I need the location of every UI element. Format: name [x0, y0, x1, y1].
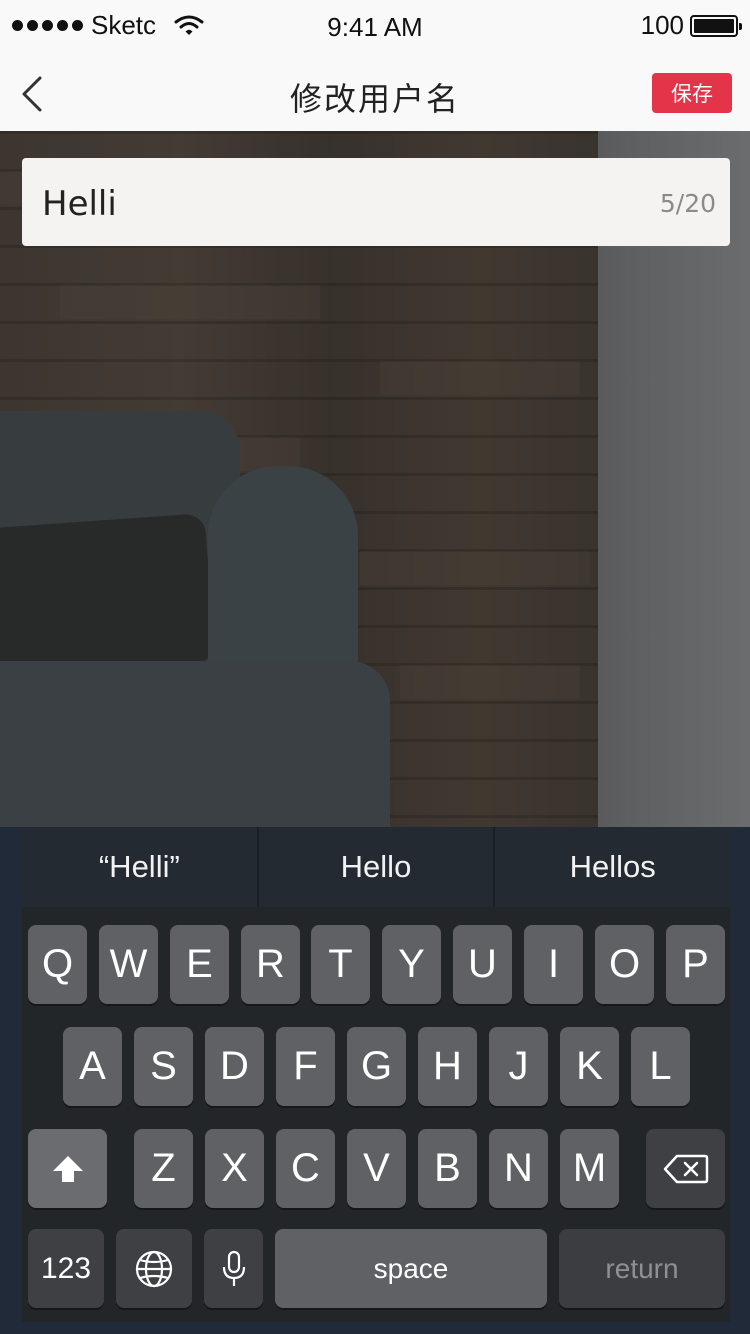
key-k[interactable]: K: [560, 1027, 619, 1106]
key-u[interactable]: U: [453, 925, 512, 1004]
key-d[interactable]: D: [205, 1027, 264, 1106]
key-c[interactable]: C: [276, 1129, 335, 1208]
key-o[interactable]: O: [595, 925, 654, 1004]
return-key[interactable]: return: [559, 1229, 725, 1308]
keys-area: Q W E R T Y U I O P A S D F G H J K L Z …: [22, 907, 730, 1322]
delete-key[interactable]: [646, 1129, 725, 1208]
key-t[interactable]: T: [311, 925, 370, 1004]
char-counter: 5/20: [659, 189, 716, 218]
globe-icon: [135, 1250, 173, 1287]
battery-percent: 100: [640, 10, 684, 40]
shift-key[interactable]: [28, 1129, 107, 1208]
status-time: 9:41 AM: [327, 12, 423, 42]
key-n[interactable]: N: [489, 1129, 548, 1208]
key-m[interactable]: M: [560, 1129, 619, 1208]
key-z[interactable]: Z: [134, 1129, 193, 1208]
key-p[interactable]: P: [666, 925, 725, 1004]
key-f[interactable]: F: [276, 1027, 335, 1106]
key-w[interactable]: W: [99, 925, 158, 1004]
suggestion-item[interactable]: Hellos: [495, 827, 730, 907]
key-e[interactable]: E: [170, 925, 229, 1004]
microphone-key[interactable]: [204, 1229, 263, 1308]
status-right: 100: [640, 10, 742, 41]
key-v[interactable]: V: [347, 1129, 406, 1208]
key-b[interactable]: B: [418, 1129, 477, 1208]
key-g[interactable]: G: [347, 1027, 406, 1106]
key-y[interactable]: Y: [382, 925, 441, 1004]
key-q[interactable]: Q: [28, 925, 87, 1004]
key-r[interactable]: R: [241, 925, 300, 1004]
key-a[interactable]: A: [63, 1027, 122, 1106]
username-value: Helli: [42, 184, 117, 224]
suggestion-item[interactable]: “Helli”: [22, 827, 259, 907]
status-bar: Sketc 9:41 AM 100: [0, 0, 750, 56]
backspace-icon: [663, 1154, 708, 1183]
key-j[interactable]: J: [489, 1027, 548, 1106]
page-title: 修改用户名: [289, 81, 460, 117]
space-key[interactable]: space: [275, 1229, 547, 1308]
suggestion-item[interactable]: Hello: [259, 827, 496, 907]
nav-bar: 修改用户名 保存: [0, 56, 750, 131]
save-button[interactable]: 保存: [652, 73, 732, 113]
key-x[interactable]: X: [205, 1129, 264, 1208]
key-s[interactable]: S: [134, 1027, 193, 1106]
suggestion-bar: “Helli” Hello Hellos: [22, 827, 730, 907]
numbers-key[interactable]: 123: [28, 1229, 104, 1308]
microphone-icon: [222, 1250, 245, 1286]
keyboard: “Helli” Hello Hellos Q W E R T Y U I O P…: [0, 827, 750, 1334]
key-i[interactable]: I: [524, 925, 583, 1004]
shift-arrow-icon: [52, 1155, 83, 1182]
key-h[interactable]: H: [418, 1027, 477, 1106]
globe-key[interactable]: [116, 1229, 192, 1308]
battery-icon: [690, 14, 742, 37]
username-input[interactable]: Helli 5/20: [22, 158, 730, 246]
key-l[interactable]: L: [631, 1027, 690, 1106]
